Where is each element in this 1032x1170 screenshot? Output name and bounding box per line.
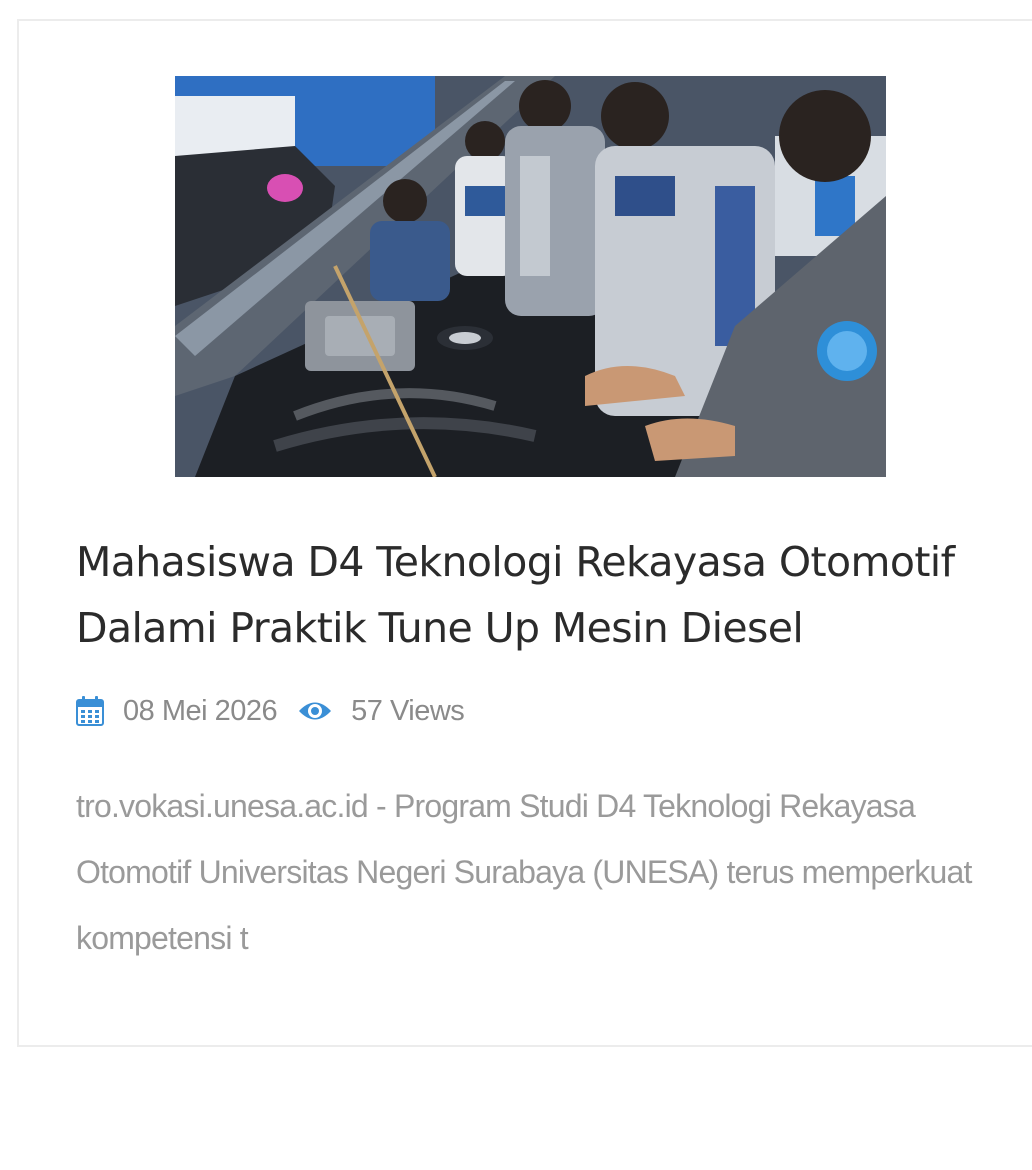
post-views: 57 Views	[351, 694, 465, 727]
calendar-icon	[76, 696, 104, 726]
news-card: Mahasiswa D4 Teknologi Rekayasa Otomotif…	[17, 19, 1032, 1047]
thumbnail-photo	[175, 76, 886, 477]
post-date: 08 Mei 2026	[123, 694, 278, 727]
post-thumbnail[interactable]	[175, 76, 886, 477]
post-excerpt: tro.vokasi.unesa.ac.id - Program Studi D…	[76, 788, 972, 956]
post-title[interactable]: Mahasiswa D4 Teknologi Rekayasa Otomotif…	[76, 529, 1016, 661]
post-meta: 08 Mei 2026 57 Views	[76, 690, 465, 732]
eye-icon	[298, 700, 332, 722]
